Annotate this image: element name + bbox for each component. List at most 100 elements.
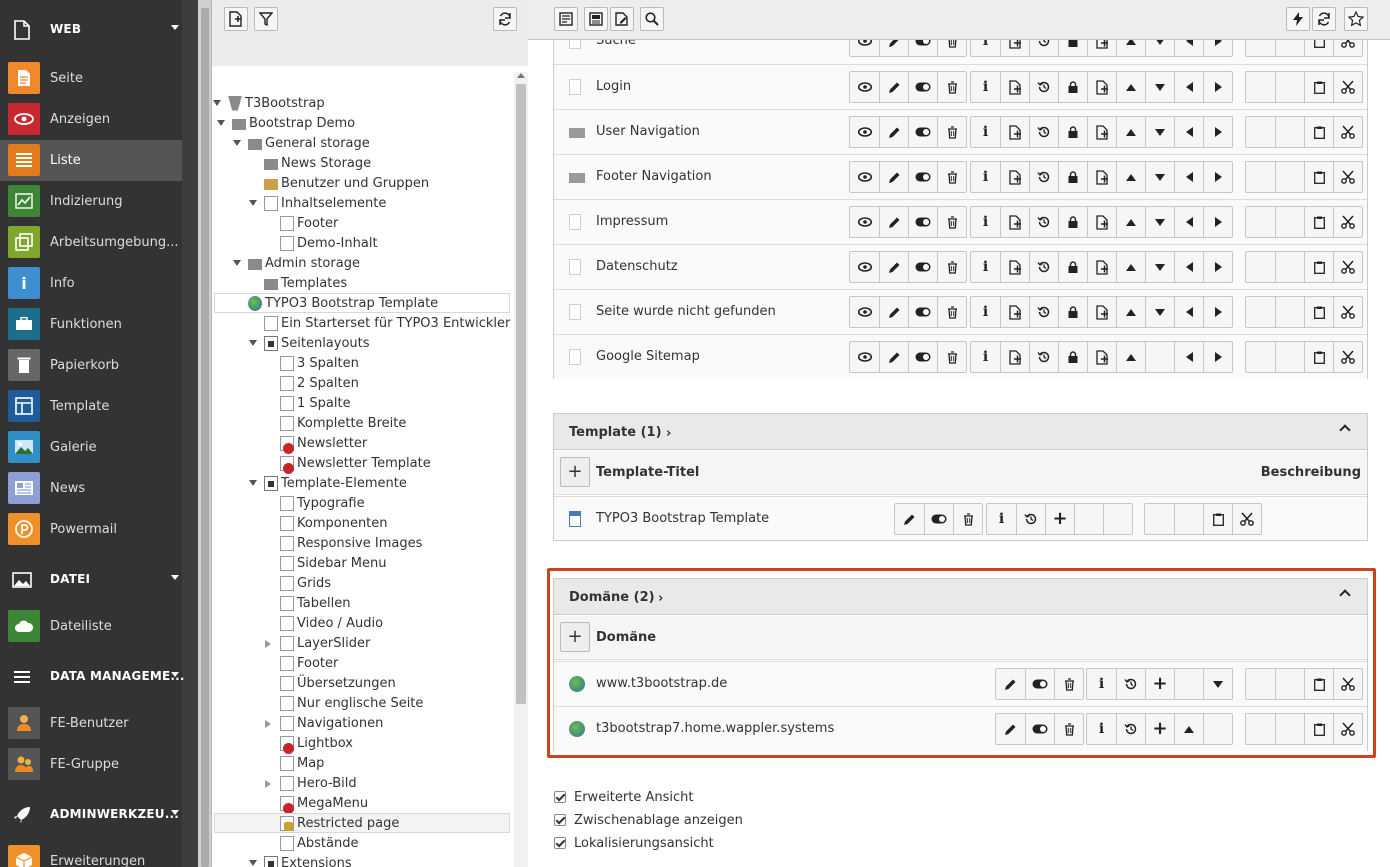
expand-toggle-icon[interactable] (265, 720, 271, 728)
hide-toggle-button[interactable] (908, 297, 937, 327)
tree-node[interactable]: News Storage (264, 153, 371, 173)
hide-toggle-button[interactable] (908, 207, 937, 237)
history-button[interactable] (1029, 252, 1058, 282)
checkbox[interactable] (554, 814, 566, 826)
module-arbeitsumgebung[interactable]: Arbeitsumgebung... (0, 222, 198, 263)
search-button[interactable] (640, 7, 664, 31)
cut-button[interactable] (1333, 117, 1362, 147)
page-title[interactable]: User Navigation (596, 124, 700, 139)
tree-node[interactable]: Tabellen (280, 593, 350, 613)
move-down-button[interactable] (1145, 207, 1174, 237)
module-info[interactable]: i Info (0, 263, 198, 304)
move-left-button[interactable] (1174, 162, 1203, 192)
module-funktionen[interactable]: Funktionen (0, 304, 198, 345)
tree-node[interactable]: T3Bootstrap (228, 93, 325, 113)
hide-toggle-button[interactable] (1025, 714, 1054, 744)
tree-node[interactable]: Video / Audio (280, 613, 383, 633)
view-button[interactable] (850, 40, 879, 56)
cut-button[interactable] (1333, 714, 1362, 744)
collapse-toggle-icon[interactable] (233, 140, 241, 146)
tree-node[interactable]: Nur englische Seite (280, 693, 423, 713)
copy-button[interactable] (1304, 669, 1333, 699)
history-button[interactable] (1116, 669, 1145, 699)
table-row[interactable]: Login i (554, 64, 1367, 109)
cut-button[interactable] (1333, 40, 1362, 56)
history-button[interactable] (1029, 72, 1058, 102)
new-page-after-button[interactable] (1000, 162, 1029, 192)
edit-button[interactable] (895, 504, 924, 534)
copy-button[interactable] (1304, 162, 1333, 192)
tree-node[interactable]: 3 Spalten (280, 353, 359, 373)
tree-node[interactable]: Newsletter Template (280, 453, 431, 474)
new-page-after-button[interactable] (1000, 207, 1029, 237)
tree-node[interactable]: Template-Elemente (264, 473, 407, 493)
group-web[interactable]: WEB (0, 0, 198, 58)
move-left-button[interactable] (1174, 342, 1203, 372)
table-row[interactable]: User Navigation i (554, 109, 1367, 154)
module-indizierung[interactable]: Indizierung (0, 181, 198, 222)
filter-button[interactable] (254, 7, 278, 31)
permissions-button[interactable] (1058, 40, 1087, 56)
tree-node[interactable]: Seitenlayouts (264, 333, 370, 353)
page-title[interactable]: Datenschutz (596, 259, 678, 274)
page-title[interactable]: Footer Navigation (596, 169, 712, 184)
tree-node[interactable]: Templates (264, 273, 347, 293)
domain-name[interactable]: t3bootstrap7.home.wappler.systems (596, 721, 834, 736)
delete-button[interactable] (937, 297, 966, 327)
move-left-button[interactable] (1174, 117, 1203, 147)
module-erweiterungen[interactable]: Erweiterungen (0, 841, 198, 867)
hide-toggle-button[interactable] (908, 252, 937, 282)
history-button[interactable] (1029, 342, 1058, 372)
new-record-button[interactable] (554, 7, 578, 31)
tree-rail-thumb[interactable] (201, 8, 209, 867)
info-button[interactable]: i (971, 72, 1000, 102)
delete-button[interactable] (937, 72, 966, 102)
view-button[interactable] (850, 117, 879, 147)
tree-node[interactable]: General storage (248, 133, 370, 153)
module-fe-gruppe[interactable]: FE-Gruppe (0, 744, 198, 785)
module-liste[interactable]: Liste (0, 140, 182, 181)
page-title[interactable]: Google Sitemap (596, 349, 700, 364)
copy-button[interactable] (1304, 117, 1333, 147)
cut-button[interactable] (1232, 504, 1261, 534)
hide-toggle-button[interactable] (908, 162, 937, 192)
history-button[interactable] (1029, 40, 1058, 56)
edit-button[interactable] (879, 40, 908, 56)
tree-node[interactable]: Navigationen (280, 713, 383, 733)
new-page-button[interactable] (224, 7, 248, 31)
scroll-up-arrow[interactable] (517, 73, 525, 78)
new-page-after-button[interactable] (1087, 162, 1116, 192)
tree-node[interactable]: Grids (280, 573, 331, 593)
table-row[interactable]: Datenschutz i (554, 244, 1367, 289)
view-button[interactable] (850, 342, 879, 372)
new-page-after-button[interactable] (1087, 207, 1116, 237)
tree-node[interactable]: TYPO3 Bootstrap Template (214, 293, 510, 313)
table-row[interactable]: Impressum i (554, 199, 1367, 244)
copy-button[interactable] (1304, 207, 1333, 237)
history-button[interactable] (1029, 162, 1058, 192)
view-button[interactable] (850, 162, 879, 192)
info-button[interactable]: i (971, 342, 1000, 372)
tree-node[interactable]: Map (280, 753, 324, 773)
domain-name[interactable]: www.t3bootstrap.de (596, 676, 727, 691)
table-row[interactable]: Suche i (554, 40, 1367, 64)
new-page-after-button[interactable] (1087, 297, 1116, 327)
delete-button[interactable] (1054, 669, 1083, 699)
move-up-button[interactable] (1116, 162, 1145, 192)
move-up-button[interactable] (1116, 342, 1145, 372)
permissions-button[interactable] (1058, 207, 1087, 237)
template-record-title[interactable]: TYPO3 Bootstrap Template (596, 511, 769, 526)
history-button[interactable] (1029, 117, 1058, 147)
info-button[interactable]: i (1087, 669, 1116, 699)
move-down-button[interactable] (1145, 117, 1174, 147)
copy-button[interactable] (1304, 342, 1333, 372)
copy-button[interactable] (1304, 40, 1333, 56)
add-domain-button[interactable]: + (560, 622, 590, 652)
info-button[interactable]: i (971, 207, 1000, 237)
collapse-toggle-icon[interactable] (217, 120, 225, 126)
hide-toggle-button[interactable] (924, 504, 953, 534)
new-page-after-button[interactable] (1000, 117, 1029, 147)
copy-button[interactable] (1203, 504, 1232, 534)
edit-button[interactable] (879, 72, 908, 102)
add-template-button[interactable]: + (560, 457, 590, 487)
